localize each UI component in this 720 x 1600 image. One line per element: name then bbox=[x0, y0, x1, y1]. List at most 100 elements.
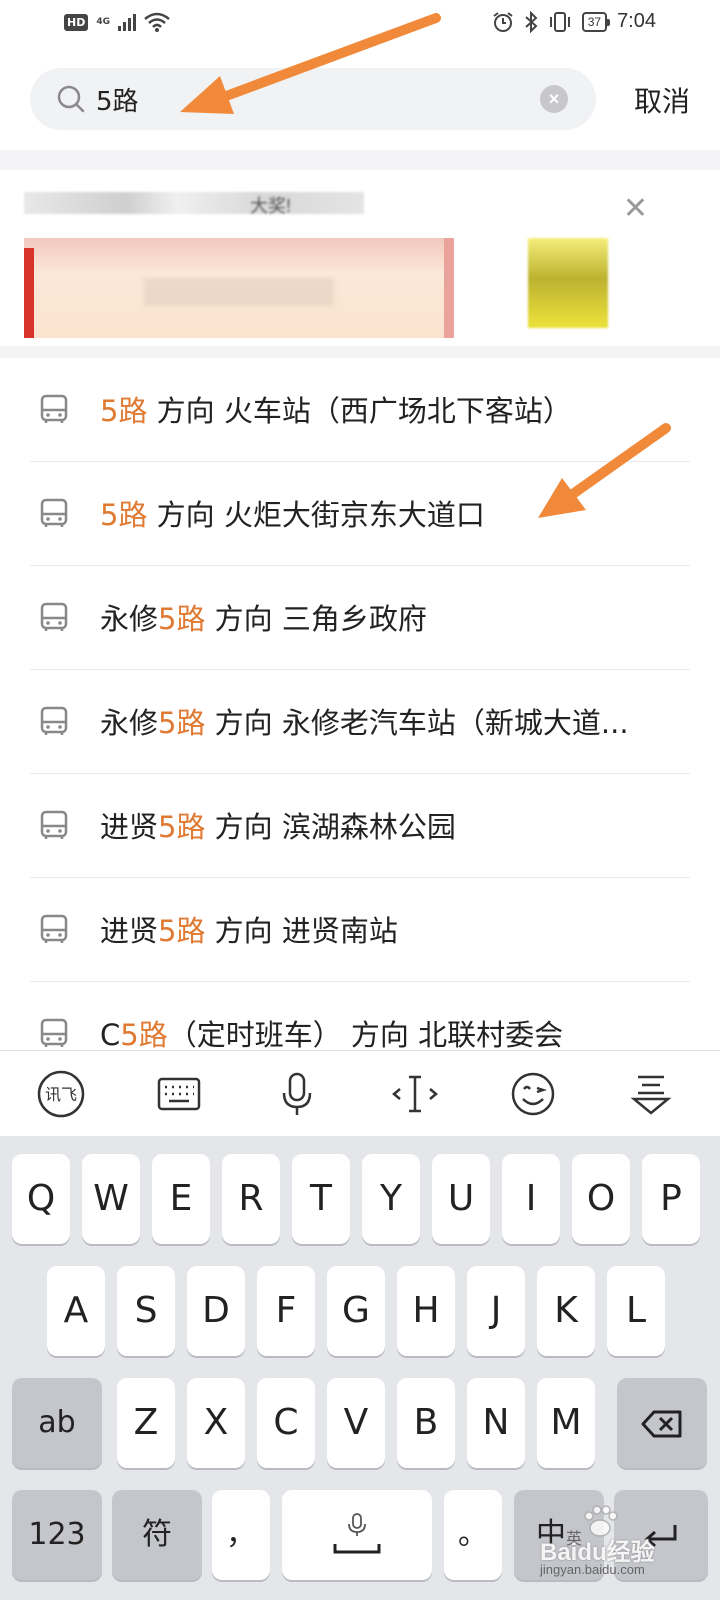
route-name: 5路 bbox=[120, 1018, 168, 1050]
key-g[interactable]: G bbox=[327, 1266, 385, 1356]
bus-icon bbox=[40, 1018, 68, 1047]
key-j[interactable]: J bbox=[467, 1266, 525, 1356]
key-p[interactable]: P bbox=[642, 1154, 700, 1244]
search-box[interactable]: × bbox=[30, 68, 596, 130]
ad-text: 大奖! bbox=[250, 196, 292, 216]
search-icon bbox=[57, 85, 85, 113]
keyboard-icon[interactable] bbox=[154, 1069, 204, 1119]
key-l[interactable]: L bbox=[607, 1266, 665, 1356]
key-a[interactable]: A bbox=[47, 1266, 105, 1356]
numeric-key[interactable]: 123 bbox=[12, 1490, 102, 1580]
vibrate-icon bbox=[549, 11, 570, 32]
key-n[interactable]: N bbox=[467, 1378, 525, 1468]
hd-badge: HD bbox=[64, 13, 89, 31]
destination: 三角乡政府 bbox=[281, 602, 427, 636]
key-k[interactable]: K bbox=[537, 1266, 595, 1356]
destination: 火车站（西广场北下客站） bbox=[223, 394, 572, 428]
bus-icon bbox=[40, 602, 68, 631]
bus-icon bbox=[40, 914, 68, 943]
key-u[interactable]: U bbox=[432, 1154, 490, 1244]
key-s[interactable]: S bbox=[117, 1266, 175, 1356]
key-d[interactable]: D bbox=[187, 1266, 245, 1356]
destination: 北联村委会 bbox=[418, 1018, 564, 1050]
space-mic-icon bbox=[333, 1513, 381, 1554]
key-c[interactable]: C bbox=[257, 1378, 315, 1468]
key-i[interactable]: I bbox=[502, 1154, 560, 1244]
destination: 火炬大街京东大道口 bbox=[223, 498, 485, 532]
backspace-key[interactable] bbox=[617, 1378, 707, 1468]
key-x[interactable]: X bbox=[187, 1378, 245, 1468]
list-item[interactable]: 进贤5路 方向 滨湖森林公园 bbox=[30, 774, 690, 878]
key-e[interactable]: E bbox=[152, 1154, 210, 1244]
alarm-icon bbox=[493, 11, 513, 32]
microphone-icon[interactable] bbox=[272, 1069, 322, 1119]
key-t[interactable]: T bbox=[292, 1154, 350, 1244]
backspace-icon bbox=[641, 1410, 682, 1438]
route-prefix: 进贤 bbox=[100, 810, 159, 844]
cursor-icon[interactable] bbox=[390, 1069, 440, 1119]
signal-icon bbox=[118, 13, 136, 31]
route-name: 5路 bbox=[100, 498, 148, 532]
bus-icon bbox=[40, 810, 68, 839]
direction-label: （定时班车） 方向 bbox=[167, 1018, 419, 1050]
destination: 进贤南站 bbox=[281, 914, 398, 948]
direction-label: 方向 bbox=[147, 498, 224, 532]
key-w[interactable]: W bbox=[82, 1154, 140, 1244]
space-key[interactable] bbox=[282, 1490, 432, 1580]
key-h[interactable]: H bbox=[397, 1266, 455, 1356]
route-name: 5路 bbox=[158, 914, 206, 948]
watermark-url: jingyan.baidu.com bbox=[540, 1562, 645, 1577]
key-r[interactable]: R bbox=[222, 1154, 280, 1244]
close-icon[interactable]: ✕ bbox=[623, 194, 648, 224]
ad-image-small bbox=[528, 238, 608, 328]
collapse-keyboard-icon[interactable] bbox=[626, 1069, 676, 1119]
list-item[interactable]: 进贤5路 方向 进贤南站 bbox=[30, 878, 690, 982]
route-name: 5路 bbox=[158, 810, 206, 844]
cancel-button[interactable]: 取消 bbox=[634, 80, 690, 120]
divider bbox=[0, 346, 720, 358]
route-name: 5路 bbox=[100, 394, 148, 428]
results-list: 5路 方向 火车站（西广场北下客站） 5路 方向 火炬大街京东大道口 永修5路 … bbox=[0, 358, 720, 1050]
status-bar: HD 4G 37 7:04 bbox=[0, 0, 720, 48]
list-item[interactable]: 永修5路 方向 三角乡政府 bbox=[30, 566, 690, 670]
bus-icon bbox=[40, 498, 68, 527]
emoji-icon[interactable] bbox=[508, 1069, 558, 1119]
bus-icon bbox=[40, 394, 68, 423]
key-z[interactable]: Z bbox=[117, 1378, 175, 1468]
symbol-key[interactable]: 符 bbox=[112, 1490, 202, 1580]
xunfei-label: 讯飞 bbox=[45, 1085, 77, 1104]
search-input[interactable] bbox=[96, 76, 526, 122]
ad-banner[interactable]: 大奖! ✕ bbox=[0, 170, 720, 356]
search-bar: × 取消 bbox=[0, 48, 720, 150]
ad-blurred-text bbox=[24, 192, 364, 214]
divider bbox=[0, 150, 720, 170]
list-item[interactable]: 永修5路 方向 永修老汽车站（新城大道... bbox=[30, 670, 690, 774]
list-item[interactable]: 5路 方向 火车站（西广场北下客站） bbox=[30, 358, 690, 462]
clock: 7:04 bbox=[617, 10, 656, 32]
list-item[interactable]: 5路 方向 火炬大街京东大道口 bbox=[30, 462, 690, 566]
bus-icon bbox=[40, 706, 68, 735]
key-f[interactable]: F bbox=[257, 1266, 315, 1356]
comma-key[interactable]: ， bbox=[212, 1490, 270, 1580]
destination: 滨湖森林公园 bbox=[281, 810, 456, 844]
key-m[interactable]: M bbox=[537, 1378, 595, 1468]
keyboard-toolbar: 讯飞 bbox=[0, 1050, 720, 1136]
bluetooth-icon bbox=[525, 10, 538, 33]
route-name: 5路 bbox=[158, 602, 206, 636]
clear-search-button[interactable]: × bbox=[540, 85, 568, 113]
key-o[interactable]: O bbox=[572, 1154, 630, 1244]
ab-key[interactable]: ab bbox=[12, 1378, 102, 1468]
xunfei-icon[interactable]: 讯飞 bbox=[36, 1069, 86, 1119]
direction-label: 方向 bbox=[205, 602, 282, 636]
status-left: HD 4G bbox=[64, 12, 170, 32]
key-v[interactable]: V bbox=[327, 1378, 385, 1468]
route-prefix: 永修 bbox=[100, 602, 159, 636]
list-item[interactable]: C5路（定时班车） 方向 北联村委会 bbox=[30, 982, 690, 1050]
status-right: 37 7:04 bbox=[492, 10, 656, 33]
period-key[interactable]: 。 bbox=[444, 1490, 502, 1580]
destination: 永修老汽车站（新城大道... bbox=[281, 706, 629, 740]
key-q[interactable]: Q bbox=[12, 1154, 70, 1244]
key-y[interactable]: Y bbox=[362, 1154, 420, 1244]
route-prefix: C bbox=[100, 1018, 121, 1050]
key-b[interactable]: B bbox=[397, 1378, 455, 1468]
